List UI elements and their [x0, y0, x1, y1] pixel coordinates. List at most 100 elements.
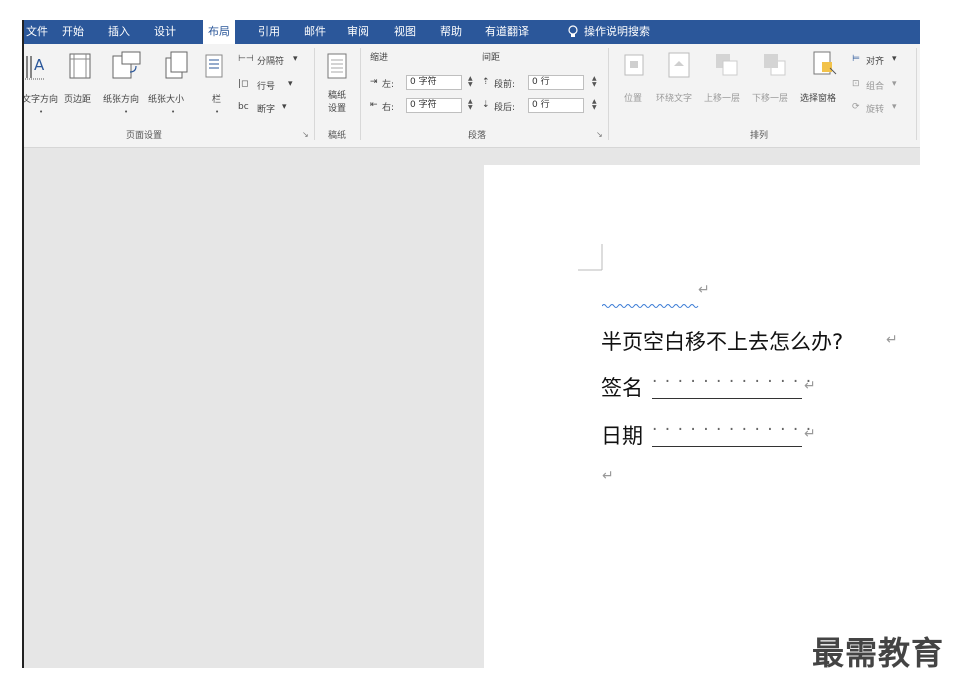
tab-youdao-translate[interactable]: 有道翻译: [485, 20, 529, 44]
line-numbers-button[interactable]: 行号: [257, 79, 275, 92]
dot-leader: · · · · · · · · · · · · ·: [652, 372, 813, 392]
svg-text:A: A: [34, 56, 45, 74]
align-button[interactable]: 对齐: [866, 54, 884, 67]
paragraph-mark: ↵: [698, 282, 710, 298]
window-border: [22, 20, 24, 668]
group-label-arrange: 排列: [750, 131, 769, 141]
spinner-icon[interactable]: ▲ ▼: [592, 76, 597, 88]
tab-home[interactable]: 开始: [62, 20, 84, 44]
wrap-text-button[interactable]: 环绕文字: [656, 91, 692, 104]
spacing-before-label: 段前:: [494, 80, 516, 90]
group-separator: [360, 48, 361, 140]
spinner-icon[interactable]: ▲ ▼: [592, 99, 597, 111]
spacing-after-input[interactable]: 0 行: [528, 98, 584, 113]
lightbulb-icon: [568, 25, 578, 37]
spelling-squiggle: [602, 304, 699, 308]
indent-left-label: 左:: [382, 80, 395, 90]
chevron-down-icon: •: [39, 108, 44, 116]
tab-design[interactable]: 设计: [154, 20, 176, 44]
indent-left-input[interactable]: 0 字符: [406, 75, 462, 90]
doc-line-date[interactable]: 日期: [601, 420, 643, 450]
chevron-down-icon: •: [215, 108, 220, 116]
chevron-down-icon: •: [124, 108, 129, 116]
page-size-icon[interactable]: [162, 50, 190, 80]
tab-insert[interactable]: 插入: [108, 20, 130, 44]
group-separator: [314, 48, 315, 140]
tab-mailings[interactable]: 邮件: [304, 20, 326, 44]
columns-icon[interactable]: [205, 54, 223, 78]
doc-line-signature[interactable]: 签名: [601, 372, 643, 402]
rotate-icon: ⟳: [852, 102, 860, 112]
orientation-icon[interactable]: [110, 50, 142, 80]
paragraph-mark: ↵: [804, 426, 816, 442]
columns-button[interactable]: 栏: [212, 92, 221, 105]
indent-left-icon: ⇥: [370, 77, 378, 87]
doc-line-question[interactable]: 半页空白移不上去怎么办?: [601, 326, 843, 356]
spinner-icon[interactable]: ▲ ▼: [468, 99, 473, 111]
spacing-after-label: 段后:: [494, 103, 516, 113]
margins-icon[interactable]: [68, 52, 92, 80]
position-button[interactable]: 位置: [624, 91, 642, 104]
spacing-before-icon: ⇡: [482, 77, 490, 87]
send-backward-button[interactable]: 下移一层: [752, 91, 788, 104]
text-direction-button[interactable]: 文字方向: [22, 92, 58, 105]
document-page[interactable]: [484, 165, 920, 668]
align-icon: ⊨: [852, 54, 860, 64]
bring-forward-icon[interactable]: [714, 52, 740, 78]
signature-underline: [652, 398, 802, 399]
text-direction-icon[interactable]: A: [24, 52, 46, 82]
margin-crop-mark: [578, 244, 603, 271]
hyphenation-button[interactable]: 断字: [257, 102, 275, 115]
hyphenation-icon: bc: [238, 102, 249, 112]
position-icon[interactable]: [624, 54, 644, 76]
wrap-text-icon[interactable]: [668, 52, 690, 78]
dot-leader: · · · · · · · · · · · · ·: [652, 420, 813, 440]
group-label-page-setup: 页面设置: [126, 131, 163, 141]
rotate-button[interactable]: 旋转: [866, 102, 884, 115]
tab-references[interactable]: 引用: [258, 20, 280, 44]
group-separator: [916, 48, 917, 140]
selection-pane-icon[interactable]: [812, 50, 838, 80]
send-backward-icon[interactable]: [762, 52, 788, 78]
page-size-button[interactable]: 纸张大小: [148, 92, 184, 105]
bring-forward-button[interactable]: 上移一层: [704, 91, 740, 104]
tab-review[interactable]: 审阅: [347, 20, 369, 44]
ribbon: A 文字方向 页边距 纸张方向 纸张大小 栏 • • • • ⊢⊣ 分隔符 ▾ …: [22, 44, 920, 148]
manuscript-setup-button[interactable]: 稿纸: [328, 88, 346, 101]
paragraph-mark: ↵: [886, 332, 898, 348]
chevron-down-icon: •: [171, 108, 176, 116]
spacing-header: 间距: [482, 53, 501, 63]
tab-help[interactable]: 帮助: [440, 20, 462, 44]
word-window: 文件 开始 插入 设计 布局 引用 邮件 审阅 视图 帮助 有道翻译 操作说明搜…: [0, 0, 962, 686]
indent-right-input[interactable]: 0 字符: [406, 98, 462, 113]
tell-me-search[interactable]: 操作说明搜索: [584, 20, 650, 44]
line-numbers-icon: |◻: [238, 79, 249, 89]
margins-button[interactable]: 页边距: [64, 92, 91, 105]
watermark-logo: 最需教育: [812, 634, 945, 672]
group-separator: [608, 48, 609, 140]
tab-file[interactable]: 文件: [26, 20, 48, 44]
tab-layout[interactable]: 布局: [203, 20, 235, 44]
spacing-before-input[interactable]: 0 行: [528, 75, 584, 90]
dialog-launcher-icon[interactable]: ↘: [596, 130, 603, 139]
ribbon-tab-bar: 文件 开始 插入 设计 布局 引用 邮件 审阅 视图 帮助 有道翻译 操作说明搜…: [22, 20, 920, 44]
dialog-launcher-icon[interactable]: ↘: [302, 130, 309, 139]
date-underline: [652, 446, 802, 447]
group-label-manuscript: 稿纸: [328, 131, 347, 141]
indent-right-icon: ⇤: [370, 100, 378, 110]
breaks-button[interactable]: 分隔符: [257, 54, 284, 67]
indent-right-label: 右:: [382, 103, 395, 113]
selection-pane-button[interactable]: 选择窗格: [800, 91, 836, 104]
tab-view[interactable]: 视图: [394, 20, 416, 44]
paragraph-mark: ↵: [602, 468, 614, 484]
group-label-paragraph: 段落: [468, 131, 487, 141]
paragraph-mark: ↵: [804, 378, 816, 394]
group-button[interactable]: 组合: [866, 79, 884, 92]
breaks-icon: ⊢⊣: [238, 54, 254, 64]
group-objects-icon: ⊡: [852, 79, 860, 89]
spinner-icon[interactable]: ▲ ▼: [468, 76, 473, 88]
indent-header: 缩进: [370, 53, 389, 63]
manuscript-paper-icon[interactable]: [326, 52, 348, 80]
spacing-after-icon: ⇣: [482, 100, 490, 110]
orientation-button[interactable]: 纸张方向: [103, 92, 139, 105]
